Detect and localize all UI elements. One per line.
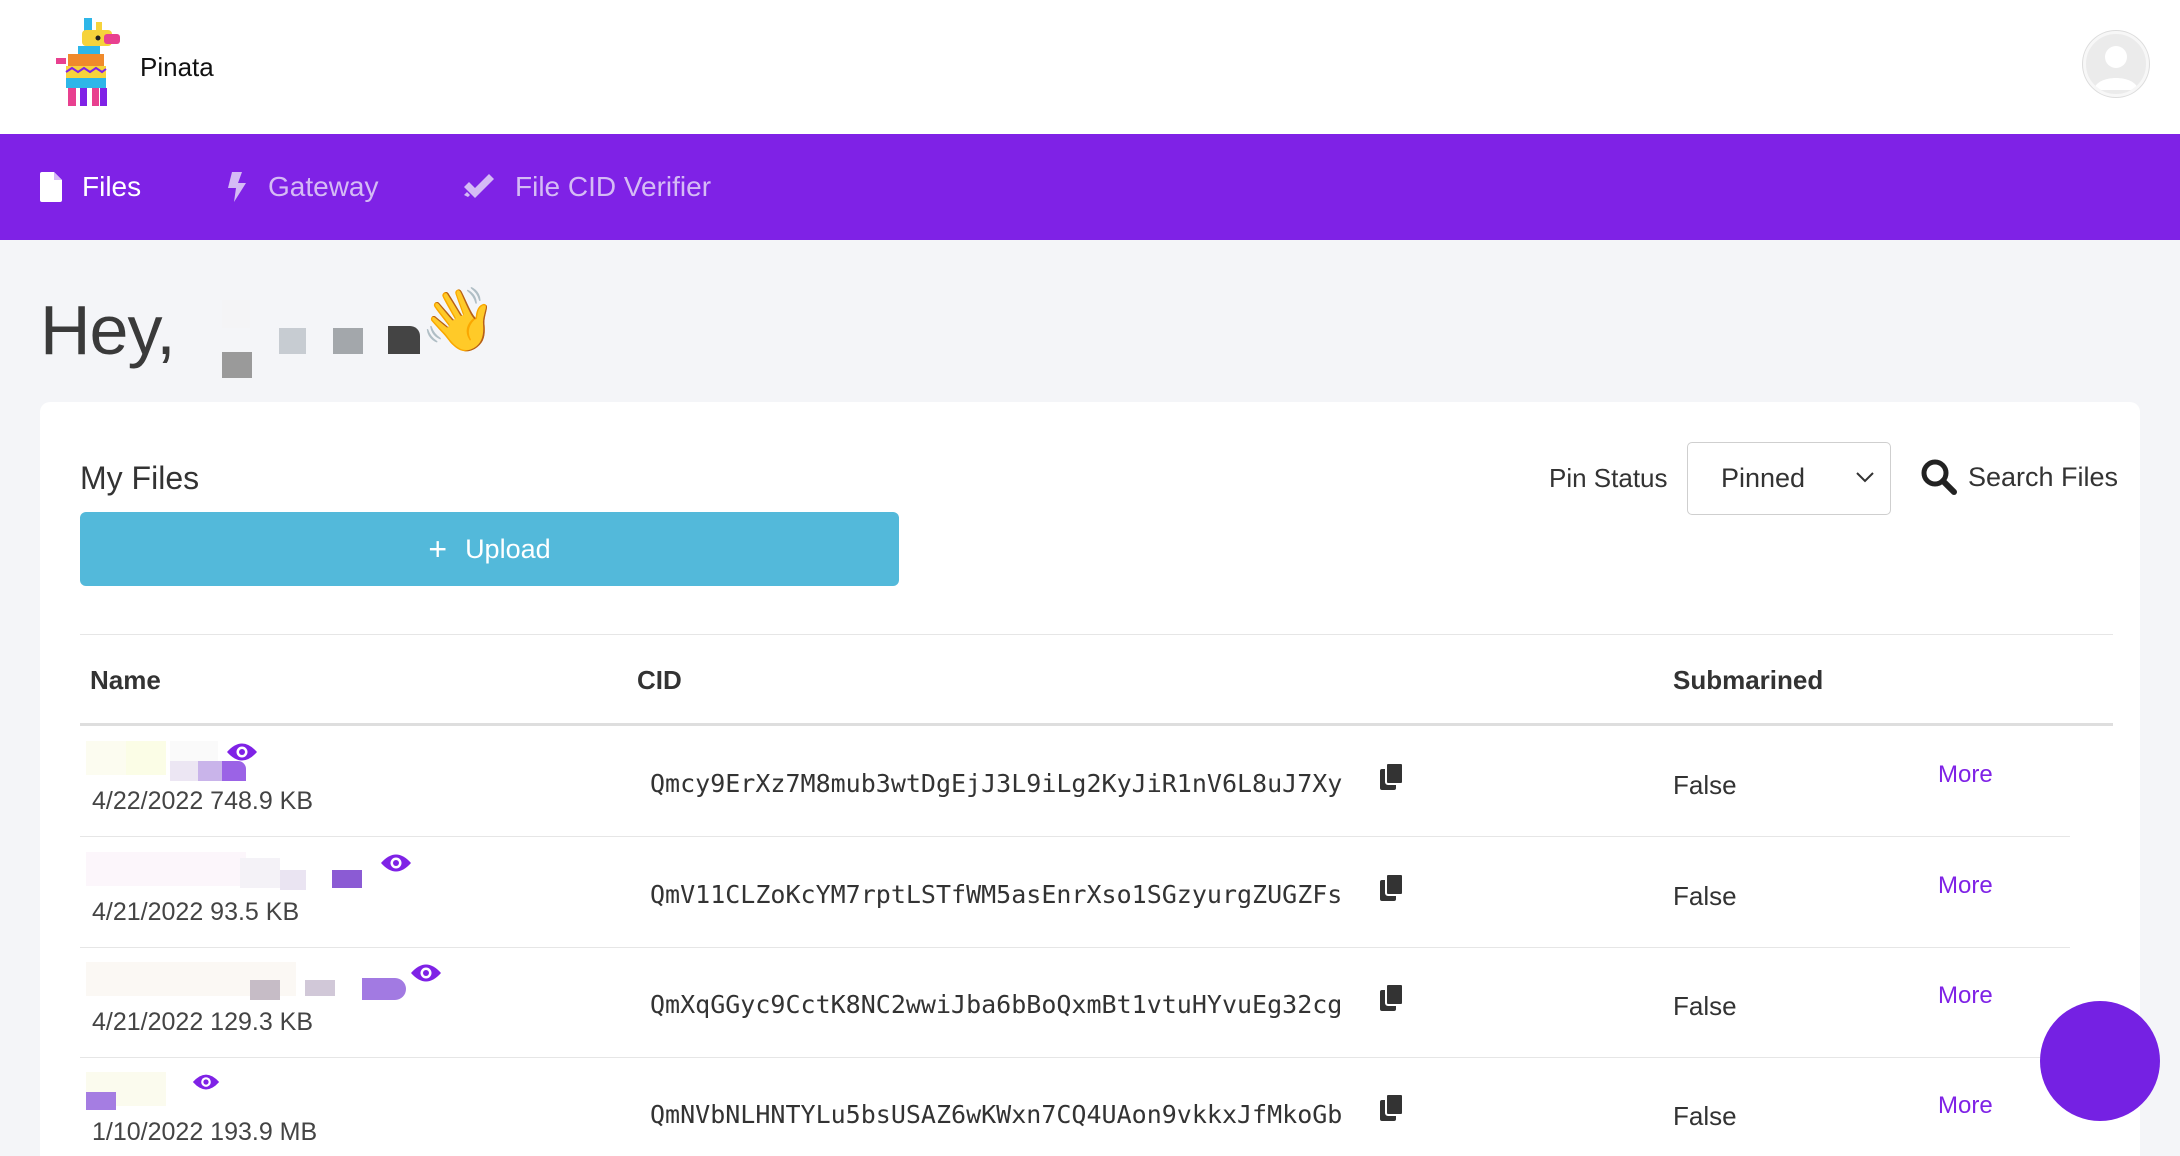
column-header-cid: CID <box>637 665 682 695</box>
nav-item-gateway[interactable]: Gateway <box>228 134 379 240</box>
file-icon <box>40 172 62 202</box>
pin-status-select[interactable]: Pinned <box>1687 442 1891 515</box>
column-header-name: Name <box>90 665 161 695</box>
bolt-icon <box>228 172 246 202</box>
more-link[interactable]: More <box>1938 982 1993 1010</box>
file-date-size: 4/21/2022 129.3 KB <box>92 1008 314 1036</box>
file-cid: QmNVbNLHNTYLu5bsUSAZ6wKWxn7CQ4UAon9vkkxJ… <box>650 1100 1343 1129</box>
file-cid: QmXqGGyc9CctK8NC2wwiJba6bBoQxmBt1vtuHYvu… <box>650 990 1343 1019</box>
nav-item-files[interactable]: Files <box>40 134 141 240</box>
table-row: 4/21/2022 129.3 KB QmXqGGyc9CctK8NC2wwiJ… <box>80 948 2070 1058</box>
table-row: 1/10/2022 193.9 MB QmNVbNLHNTYLu5bsUSAZ6… <box>80 1058 2070 1156</box>
submarined-value: False <box>1673 770 1737 800</box>
eye-icon[interactable] <box>380 852 412 874</box>
more-link[interactable]: More <box>1938 872 1993 900</box>
pinata-logo[interactable] <box>54 16 126 112</box>
brand-name: Pinata <box>140 52 214 82</box>
nav-label-gateway: Gateway <box>268 171 379 202</box>
greeting-text: Hey, <box>40 291 176 369</box>
file-date-size: 4/22/2022 748.9 KB <box>92 787 314 815</box>
submarined-value: False <box>1673 991 1737 1021</box>
file-date-size: 4/21/2022 93.5 KB <box>92 898 300 926</box>
table-header-divider <box>80 723 2113 726</box>
chevron-down-icon <box>1856 472 1874 483</box>
table-row: 4/22/2022 748.9 KB Qmcy9ErXz7M8mub3wtDgE… <box>80 727 2070 837</box>
upload-button[interactable]: + Upload <box>80 512 899 586</box>
table-divider <box>80 634 2113 635</box>
search-files-label: Search Files <box>1968 461 2119 492</box>
wave-emoji: 👋 <box>420 286 498 355</box>
search-files-button[interactable]: Search Files <box>1920 455 2118 499</box>
nav-item-file-cid-verifier[interactable]: File CID Verifier <box>463 134 711 240</box>
double-check-icon <box>464 174 494 198</box>
file-date-size: 1/10/2022 193.9 MB <box>92 1118 318 1146</box>
nav-label-files: Files <box>82 171 142 202</box>
chat-support-button[interactable] <box>2040 1001 2160 1121</box>
more-link[interactable]: More <box>1938 1092 1993 1120</box>
copy-icon[interactable] <box>1380 763 1404 791</box>
pin-status-value: Pinned <box>1721 463 1806 493</box>
plus-icon: + <box>428 530 448 567</box>
file-cid: QmV11CLZoKcYM7rptLSTfWM5asEnrXso1SGzyurg… <box>650 880 1343 909</box>
submarined-value: False <box>1673 1101 1737 1131</box>
pin-status-label: Pin Status <box>1549 463 1668 493</box>
table-row: 4/21/2022 93.5 KB QmV11CLZoKcYM7rptLSTfW… <box>80 838 2070 948</box>
top-header: Pinata <box>0 0 2180 134</box>
main-nav: Files Gateway File CID Verifier <box>0 134 2180 240</box>
eye-icon[interactable] <box>192 1072 220 1092</box>
copy-icon[interactable] <box>1380 984 1404 1012</box>
submarined-value: False <box>1673 881 1737 911</box>
user-avatar-icon[interactable] <box>2083 31 2149 97</box>
column-header-submarined: Submarined <box>1673 665 1824 695</box>
copy-icon[interactable] <box>1380 1094 1404 1122</box>
upload-label: Upload <box>465 533 551 564</box>
my-files-title: My Files <box>80 460 200 496</box>
eye-icon[interactable] <box>226 741 258 763</box>
copy-icon[interactable] <box>1380 874 1404 902</box>
search-icon <box>1921 459 1957 495</box>
eye-icon[interactable] <box>410 962 442 984</box>
nav-label-file-cid-verifier: File CID Verifier <box>515 171 712 202</box>
more-link[interactable]: More <box>1938 761 1993 789</box>
file-cid: Qmcy9ErXz7M8mub3wtDgEjJ3L9iLg2KyJiR1nV6L… <box>650 769 1343 798</box>
